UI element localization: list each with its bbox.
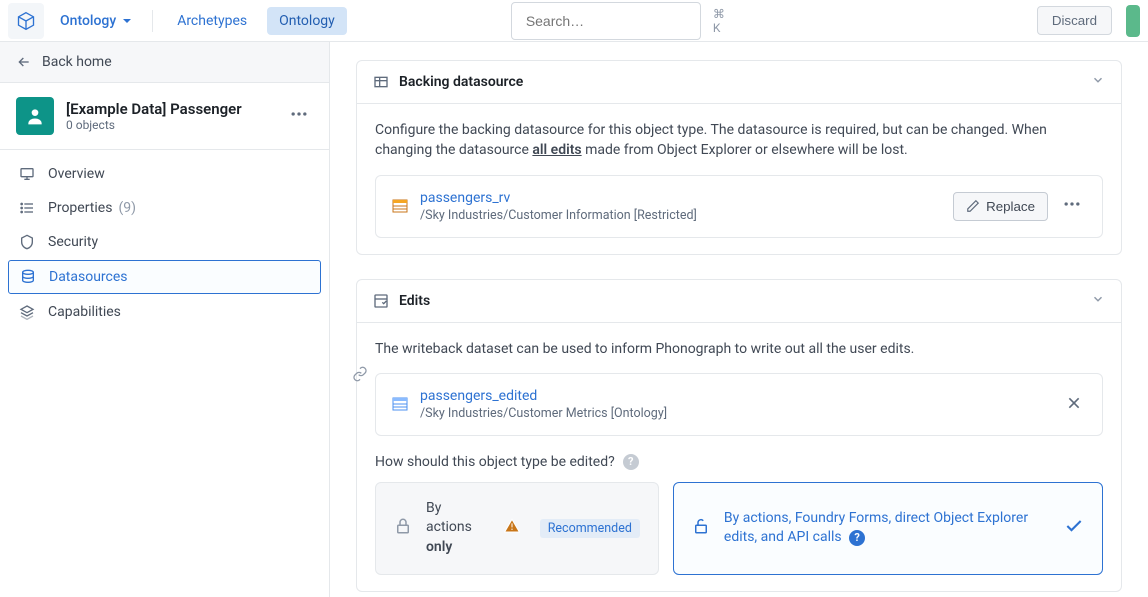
shield-icon — [18, 234, 36, 250]
edit-option-b-text: By actions, Foundry Forms, direct Object… — [724, 509, 1050, 548]
edits-description: The writeback dataset can be used to inf… — [375, 339, 1103, 359]
recommended-badge: Recommended — [540, 519, 640, 538]
back-home-button[interactable]: Back home — [0, 42, 329, 83]
dataset-icon — [392, 396, 408, 412]
edits-icon — [373, 293, 389, 309]
table-icon — [373, 74, 389, 90]
search-box[interactable]: ⌘ K — [511, 2, 701, 40]
more-horizontal-icon — [1062, 194, 1082, 214]
edits-ds-name-link[interactable]: passengers_edited — [420, 388, 667, 404]
list-icon — [18, 200, 36, 216]
layers-icon — [18, 304, 36, 320]
remove-edits-ds-button[interactable] — [1062, 388, 1086, 420]
backing-ds-more-button[interactable] — [1058, 190, 1086, 223]
nav-properties-count: (9) — [118, 200, 136, 216]
discard-button[interactable]: Discard — [1037, 6, 1112, 35]
backing-panel-title: Backing datasource — [399, 74, 523, 90]
backing-ds-name-link[interactable]: passengers_rv — [420, 190, 697, 206]
edits-panel-title: Edits — [399, 293, 430, 309]
replace-button-label: Replace — [986, 199, 1035, 214]
arrow-left-icon — [16, 54, 32, 70]
close-icon — [1066, 395, 1082, 411]
section-anchor-link[interactable] — [346, 360, 374, 388]
edits-ds-path: /Sky Industries/Customer Metrics [Ontolo… — [420, 406, 667, 421]
nav-security[interactable]: Security — [8, 226, 321, 258]
nav-overview-label: Overview — [48, 166, 105, 182]
warning-icon — [504, 518, 520, 538]
edit-option-open[interactable]: By actions, Foundry Forms, direct Object… — [673, 482, 1103, 575]
backing-ds-path: /Sky Industries/Customer Information [Re… — [420, 208, 697, 223]
save-button-partial[interactable] — [1126, 5, 1140, 37]
person-icon — [25, 106, 45, 126]
nav-capabilities[interactable]: Capabilities — [8, 296, 321, 328]
ontology-dropdown[interactable]: Ontology — [52, 9, 140, 33]
back-home-label: Back home — [42, 54, 112, 70]
help-icon[interactable]: ? — [849, 530, 865, 546]
collapse-backing-button[interactable] — [1091, 73, 1105, 91]
nav-capabilities-label: Capabilities — [48, 304, 121, 320]
ontology-dropdown-label: Ontology — [60, 13, 116, 29]
more-horizontal-icon — [289, 104, 309, 124]
tab-ontology[interactable]: Ontology — [267, 7, 347, 35]
nav-security-label: Security — [48, 234, 98, 250]
entity-subtitle: 0 objects — [66, 118, 242, 132]
entity-title: [Example Data] Passenger — [66, 100, 242, 118]
nav-datasources[interactable]: Datasources — [8, 260, 321, 294]
edit-mode-question: How should this object type be edited? ? — [375, 454, 1103, 470]
edit-option-actions-only[interactable]: By actions only Recommended — [375, 482, 659, 575]
entity-icon — [16, 97, 54, 135]
replace-button[interactable]: Replace — [953, 192, 1048, 221]
backing-datasource-card: passengers_rv /Sky Industries/Customer I… — [375, 175, 1103, 238]
help-icon[interactable]: ? — [623, 454, 639, 470]
chevron-down-icon — [1091, 73, 1105, 87]
backing-description: Configure the backing datasource for thi… — [375, 120, 1103, 161]
edits-datasource-card: passengers_edited /Sky Industries/Custom… — [375, 373, 1103, 436]
chevron-down-icon — [1091, 292, 1105, 306]
divider — [152, 10, 153, 32]
pencil-icon — [966, 199, 980, 213]
edit-option-a-text: By actions only — [426, 499, 490, 558]
tab-archetypes[interactable]: Archetypes — [165, 7, 259, 35]
search-input[interactable] — [526, 13, 707, 29]
monitor-icon — [18, 166, 36, 182]
entity-menu-button[interactable] — [285, 100, 313, 132]
lock-icon — [394, 517, 412, 539]
nav-properties[interactable]: Properties (9) — [8, 192, 321, 224]
edits-panel: Edits The writeback dataset can be used … — [356, 279, 1122, 592]
collapse-edits-button[interactable] — [1091, 292, 1105, 310]
nav-properties-label: Properties — [48, 200, 112, 216]
caret-down-icon — [122, 16, 132, 26]
app-logo[interactable] — [8, 3, 44, 39]
unlock-icon — [692, 517, 710, 539]
entity-header: [Example Data] Passenger 0 objects — [0, 83, 329, 150]
database-icon — [19, 269, 37, 285]
dataset-icon — [392, 198, 408, 214]
check-icon — [1064, 516, 1084, 540]
link-icon — [352, 366, 368, 382]
search-shortcut: ⌘ K — [713, 7, 725, 35]
nav-datasources-label: Datasources — [49, 269, 128, 285]
backing-datasource-panel: Backing datasource Configure the backing… — [356, 60, 1122, 255]
nav-overview[interactable]: Overview — [8, 158, 321, 190]
